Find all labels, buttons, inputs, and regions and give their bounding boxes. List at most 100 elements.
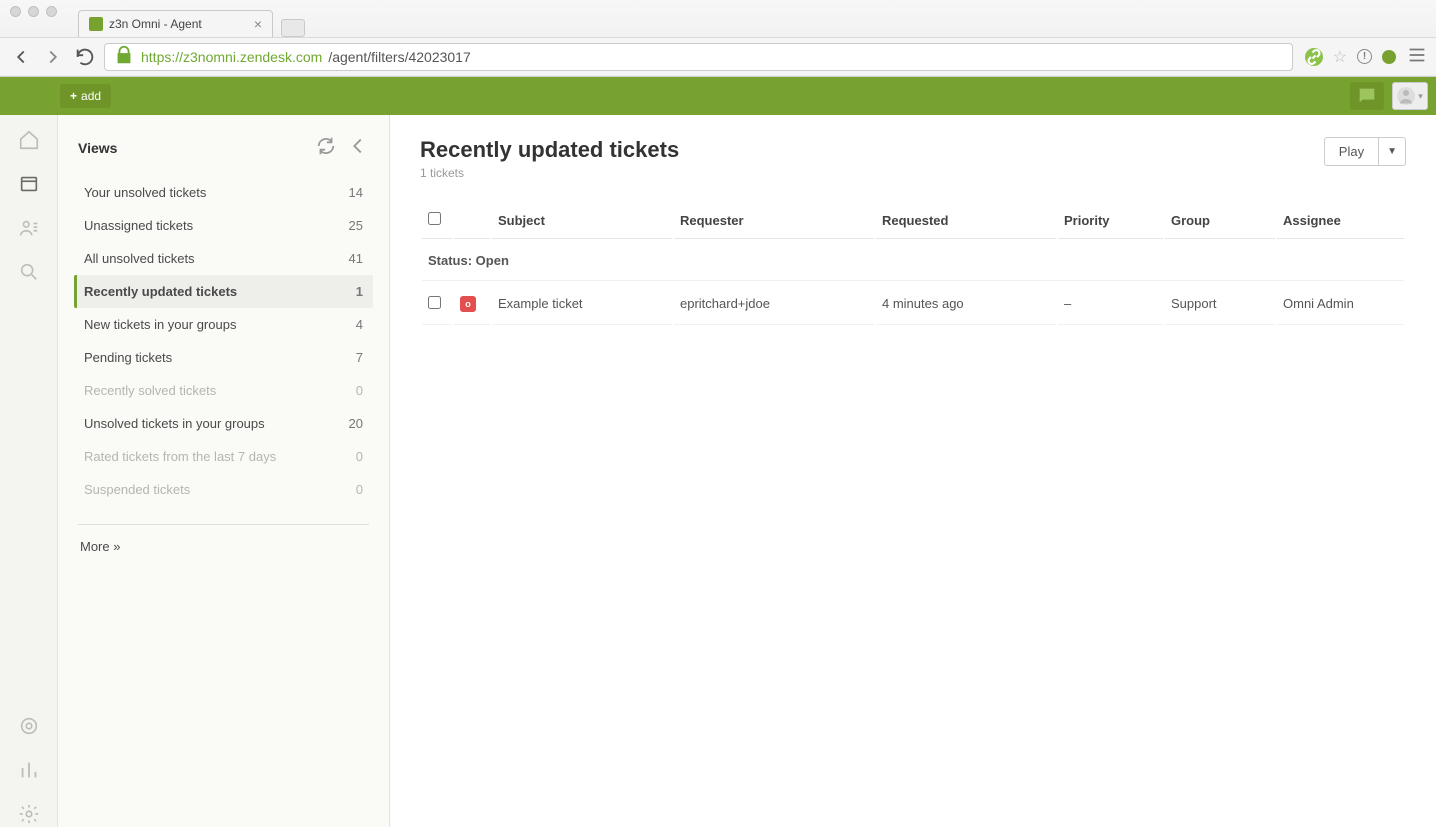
add-button-label: add (81, 89, 101, 103)
play-button-group: Play ▼ (1324, 137, 1406, 166)
avatar-icon (1397, 87, 1415, 105)
view-item-label: Your unsolved tickets (84, 185, 206, 200)
chrome-action-icons: ☆ ! (1299, 44, 1428, 69)
lock-icon (113, 44, 135, 69)
views-list: Your unsolved tickets14Unassigned ticket… (74, 176, 373, 506)
view-item-count: 0 (356, 449, 363, 464)
rail-admin-icon[interactable] (16, 713, 42, 739)
rail-customers-icon[interactable] (16, 215, 42, 241)
view-item[interactable]: Unsolved tickets in your groups 20 (74, 407, 373, 440)
browser-chrome: z3n Omni - Agent × https://z3nomni.zende… (0, 0, 1436, 77)
extension-link-icon[interactable] (1305, 48, 1323, 66)
views-divider (78, 524, 369, 525)
view-item-label: Rated tickets from the last 7 days (84, 449, 276, 464)
window-max-dot[interactable] (46, 6, 57, 17)
arrow-left-icon (10, 46, 32, 68)
profile-menu-button[interactable] (1392, 82, 1428, 110)
refresh-views-icon[interactable] (315, 135, 337, 160)
cell-priority: – (1058, 283, 1163, 325)
chat-button[interactable] (1350, 82, 1384, 110)
left-rail (0, 115, 58, 827)
main-content: Recently updated tickets 1 tickets Play … (390, 115, 1436, 827)
views-panel: Views Your unsolved tickets14Unassigned … (58, 115, 390, 827)
col-subject[interactable]: Subject (492, 202, 672, 239)
cell-subject: Example ticket (492, 283, 672, 325)
plus-icon: + (70, 89, 77, 103)
col-assignee[interactable]: Assignee (1277, 202, 1404, 239)
tab-close-icon[interactable]: × (254, 16, 262, 32)
view-item-label: Unsolved tickets in your groups (84, 416, 265, 431)
new-tab-button[interactable] (281, 19, 305, 37)
view-item[interactable]: Recently solved tickets 0 (74, 374, 373, 407)
play-dropdown-button[interactable]: ▼ (1379, 137, 1406, 166)
bookmark-star-icon[interactable]: ☆ (1333, 47, 1347, 67)
col-group[interactable]: Group (1165, 202, 1275, 239)
view-item-count: 4 (356, 317, 363, 332)
rail-home-icon[interactable] (16, 127, 42, 153)
address-bar[interactable]: https://z3nomni.zendesk.com/agent/filter… (104, 43, 1293, 71)
view-item-count: 7 (356, 350, 363, 365)
chat-icon (1356, 85, 1378, 107)
forward-button[interactable] (40, 44, 66, 70)
group-header-row: Status: Open (422, 241, 1404, 281)
cell-requested: 4 minutes ago (876, 283, 1056, 325)
view-item[interactable]: Your unsolved tickets 14 (74, 176, 373, 209)
view-item[interactable]: All unsolved tickets41 (74, 242, 373, 275)
page-title: Recently updated tickets (420, 137, 679, 163)
view-item-count: 0 (356, 482, 363, 497)
window-min-dot[interactable] (28, 6, 39, 17)
col-requester[interactable]: Requester (674, 202, 874, 239)
rail-settings-icon[interactable] (16, 801, 42, 827)
status-badge: o (460, 296, 476, 312)
view-item-count: 0 (356, 383, 363, 398)
view-item[interactable]: Rated tickets from the last 7 days 0 (74, 440, 373, 473)
view-item[interactable]: Suspended tickets 0 (74, 473, 373, 506)
view-item[interactable]: Recently updated tickets 1 (74, 275, 373, 308)
info-icon[interactable]: ! (1357, 49, 1372, 64)
rail-reports-icon[interactable] (16, 757, 42, 783)
row-checkbox[interactable] (428, 296, 441, 309)
view-item[interactable]: Pending tickets 7 (74, 341, 373, 374)
view-item[interactable]: Unassigned tickets 25 (74, 209, 373, 242)
view-item-count: 20 (349, 416, 363, 431)
tickets-table: Subject Requester Requested Priority Gro… (420, 200, 1406, 327)
select-all-checkbox[interactable] (428, 212, 441, 225)
col-requested[interactable]: Requested (876, 202, 1056, 239)
view-item-label: Unassigned tickets (84, 218, 193, 233)
col-priority[interactable]: Priority (1058, 202, 1163, 239)
reload-icon (74, 46, 96, 68)
table-row[interactable]: oExample ticketepritchard+jdoe4 minutes … (422, 283, 1404, 325)
view-item[interactable]: New tickets in your groups 4 (74, 308, 373, 341)
tab-strip: z3n Omni - Agent × (0, 11, 1436, 37)
group-header-label: Status: Open (422, 241, 1404, 281)
browser-toolbar: https://z3nomni.zendesk.com/agent/filter… (0, 37, 1436, 75)
tab-title: z3n Omni - Agent (109, 17, 202, 31)
views-more-link[interactable]: More » (74, 539, 373, 554)
view-item-label: All unsolved tickets (84, 251, 195, 266)
url-path: /agent/filters/42023017 (328, 49, 470, 65)
arrow-right-icon (42, 46, 64, 68)
view-item-label: Recently solved tickets (84, 383, 216, 398)
view-item-count: 14 (349, 185, 363, 200)
cell-group: Support (1165, 283, 1275, 325)
page-subtitle: 1 tickets (420, 166, 679, 180)
back-button[interactable] (8, 44, 34, 70)
view-item-label: Recently updated tickets (84, 284, 237, 299)
rail-search-icon[interactable] (16, 259, 42, 285)
view-item-label: New tickets in your groups (84, 317, 236, 332)
window-close-dot[interactable] (10, 6, 21, 17)
table-header-row: Subject Requester Requested Priority Gro… (422, 202, 1404, 239)
collapse-views-icon[interactable] (347, 135, 369, 160)
play-button[interactable]: Play (1324, 137, 1379, 166)
view-item-count: 1 (356, 284, 363, 299)
view-item-count: 25 (349, 218, 363, 233)
hamburger-menu-icon[interactable] (1406, 44, 1428, 69)
view-item-label: Suspended tickets (84, 482, 190, 497)
rail-views-icon[interactable] (16, 171, 42, 197)
views-heading: Views (78, 140, 117, 156)
browser-tab[interactable]: z3n Omni - Agent × (78, 10, 273, 37)
reload-button[interactable] (72, 44, 98, 70)
extension-icon[interactable] (1382, 50, 1396, 64)
view-item-label: Pending tickets (84, 350, 172, 365)
add-button[interactable]: + add (60, 84, 111, 108)
